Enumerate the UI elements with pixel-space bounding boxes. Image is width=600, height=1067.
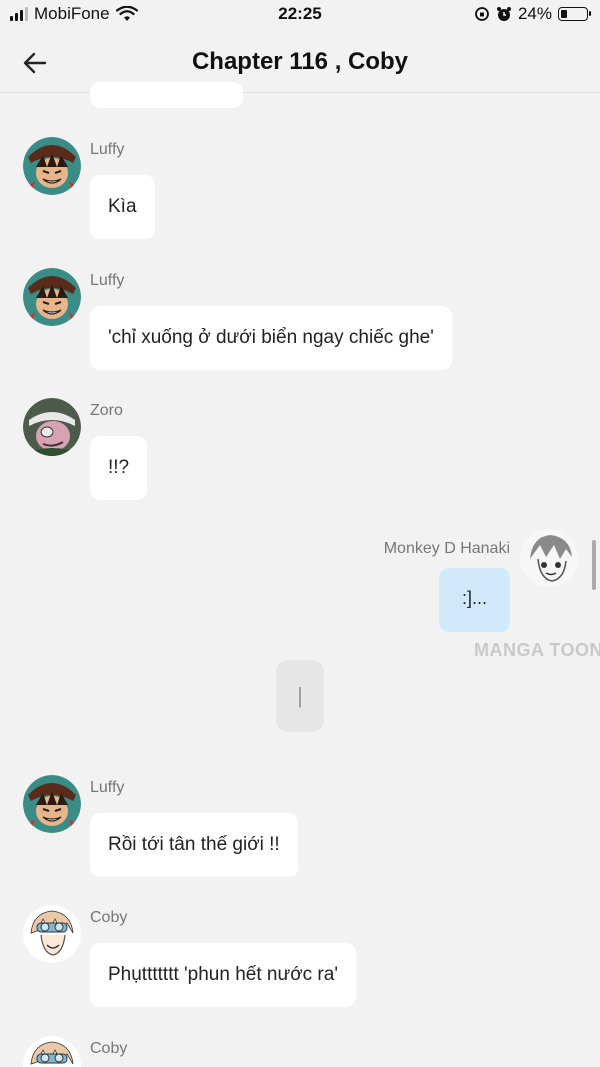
system-message-bubble[interactable]: |	[276, 660, 324, 732]
avatar[interactable]	[23, 398, 81, 456]
avatar[interactable]	[23, 1036, 81, 1067]
watermark: MANGA TOON	[474, 640, 600, 660]
message-bubble[interactable]: Rồi tới tân thế giới !!	[90, 813, 298, 877]
avatar[interactable]	[23, 268, 81, 326]
chat-list[interactable]: Luffy Kìa Luffy 'chỉ xuống ở dưới biển n…	[0, 82, 600, 1067]
back-button[interactable]	[18, 46, 52, 80]
sender-name: Luffy	[90, 272, 125, 289]
sender-name: Coby	[90, 909, 128, 926]
status-bar: MobiFone 22:25 24%	[0, 0, 600, 32]
avatar-self[interactable]	[520, 529, 578, 587]
message-bubble[interactable]: Phụttttttt 'phun hết nước ra'	[90, 943, 356, 1007]
message-bubble[interactable]: Kìa	[90, 175, 155, 239]
message-bubble-partial	[90, 82, 243, 108]
status-right: 24%	[474, 4, 591, 24]
message-bubble[interactable]: !!?	[90, 436, 148, 500]
avatar[interactable]	[23, 137, 81, 195]
chat-screen: MobiFone 22:25 24% Chapter 116 , Coby Lu…	[0, 0, 600, 1067]
scrollbar[interactable]	[592, 540, 596, 590]
sender-name: Luffy	[90, 141, 125, 158]
battery-fill	[561, 10, 567, 18]
alarm-icon	[496, 6, 512, 22]
header: Chapter 116 , Coby	[0, 32, 600, 93]
battery-icon	[558, 7, 591, 21]
message-bubble-self[interactable]: :]...	[439, 568, 510, 632]
avatar[interactable]	[23, 905, 81, 963]
orientation-lock-icon	[474, 6, 490, 22]
sender-name: Luffy	[90, 779, 125, 796]
back-arrow-icon	[23, 52, 47, 74]
page-title: Chapter 116 , Coby	[191, 48, 409, 75]
avatar[interactable]	[23, 775, 81, 833]
sender-name: Zoro	[90, 402, 123, 419]
battery-percent: 24%	[517, 4, 552, 23]
sender-name: Monkey D Hanaki	[383, 540, 510, 557]
sender-name: Coby	[90, 1040, 128, 1057]
message-bubble[interactable]: 'chỉ xuống ở dưới biển ngay chiếc ghe'	[90, 306, 452, 370]
